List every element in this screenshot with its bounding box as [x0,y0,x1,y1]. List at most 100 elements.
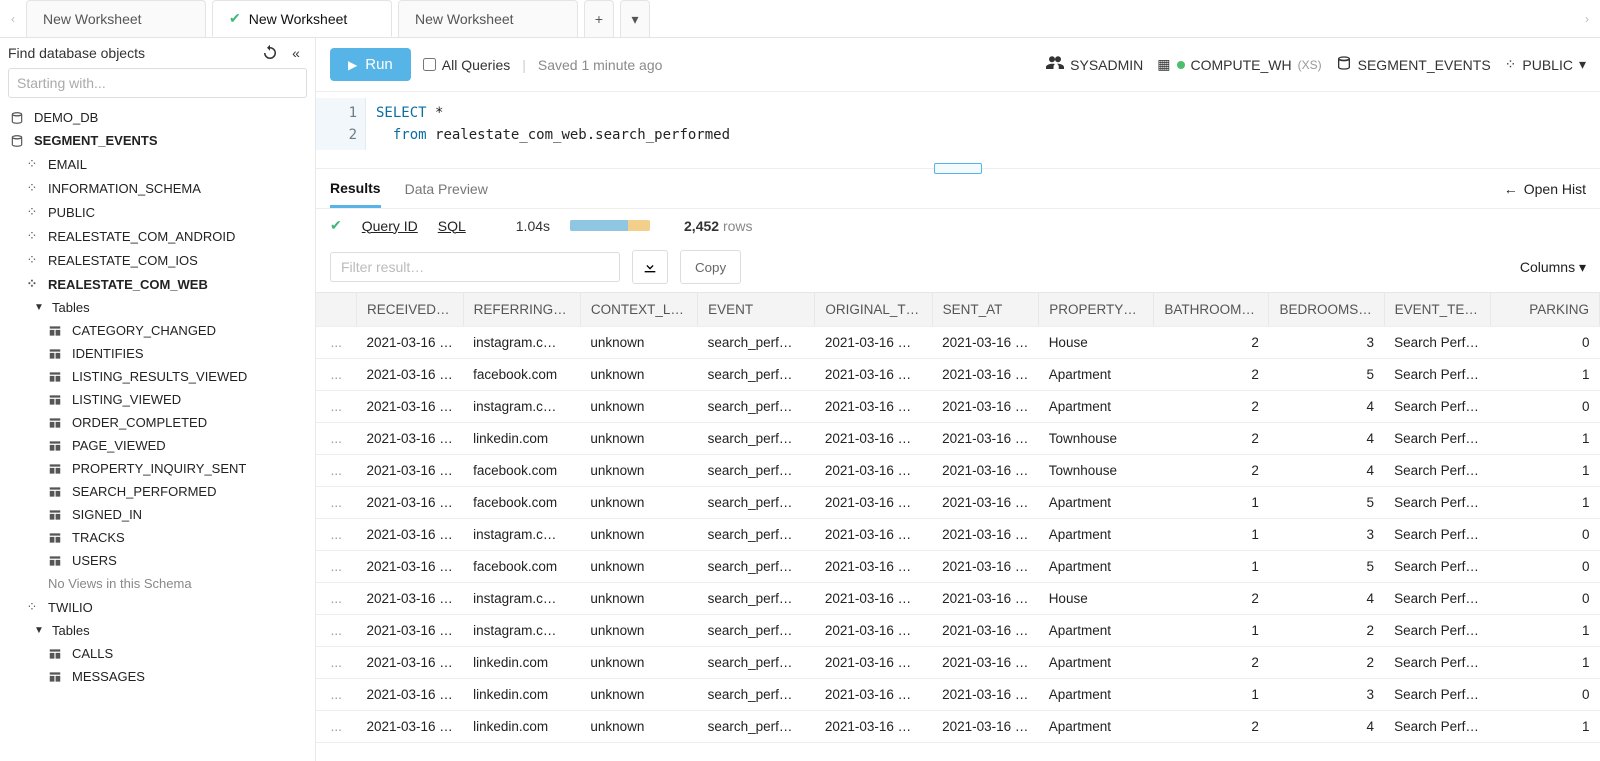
download-button[interactable] [632,250,668,284]
schema-node[interactable]: ⁘TWILIO [0,595,315,619]
row-count: 2,452 [684,218,719,234]
table-row[interactable]: ...2021-03-16 …instagram.c…unknownsearch… [316,615,1600,647]
table-row[interactable]: ...2021-03-16 …instagram.c…unknownsearch… [316,519,1600,551]
table-label: SEARCH_PERFORMED [72,484,216,499]
database-selector[interactable]: SEGMENT_EVENTS [1336,55,1491,74]
cell: 0 [1491,519,1600,551]
cell: 1 [1154,615,1269,647]
sql-link[interactable]: SQL [438,218,466,234]
editor-code[interactable]: SELECT * from realestate_com_web.search_… [366,98,1600,150]
col-header[interactable]: ORIGINAL_TIME… [815,293,932,327]
table-node[interactable]: SIGNED_IN [0,503,315,526]
sql-editor[interactable]: 12 SELECT * from realestate_com_web.sear… [316,92,1600,169]
query-id-link[interactable]: Query ID [362,218,418,234]
table-node[interactable]: SEARCH_PERFORMED [0,480,315,503]
table-node[interactable]: IDENTIFIES [0,342,315,365]
tab-more[interactable]: ▾ [620,0,650,37]
results-grid-wrap[interactable]: RECEIVED_ATREFERRING_DO…CONTEXT_LIBR…EVE… [316,292,1600,761]
db-node[interactable]: DEMO_DB [0,106,315,129]
cell: 2021-03-16 … [357,423,464,455]
worksheet-tab[interactable]: New Worksheet [26,0,206,37]
table-row[interactable]: ...2021-03-16 …instagram.c…unknownsearch… [316,583,1600,615]
col-header[interactable]: PARKING [1491,293,1600,327]
collapse-panel-icon[interactable]: « [287,45,305,61]
table-row[interactable]: ...2021-03-16 …linkedin.comunknownsearch… [316,423,1600,455]
all-queries-input[interactable] [423,58,436,71]
cell: House [1039,327,1154,359]
cell: 2021-03-16 … [932,551,1039,583]
col-header[interactable]: EVENT_TEXT [1384,293,1491,327]
col-header[interactable]: CONTEXT_LIBR… [580,293,697,327]
db-node[interactable]: SEGMENT_EVENTS [0,129,315,152]
table-node[interactable]: CATEGORY_CHANGED [0,319,315,342]
col-header[interactable]: EVENT [698,293,815,327]
db-label: DEMO_DB [34,110,98,125]
table-node[interactable]: MESSAGES [0,665,315,688]
schema-node[interactable]: ⁘EMAIL [0,152,315,176]
table-node[interactable]: CALLS [0,642,315,665]
role-selector[interactable]: SYSADMIN [1046,54,1143,75]
cell: 3 [1269,519,1384,551]
run-button[interactable]: ▶Run [330,48,411,81]
copy-button[interactable]: Copy [680,250,741,284]
filter-input[interactable] [330,252,620,282]
cell: 2021-03-16 … [815,455,932,487]
columns-toggle[interactable]: Columns ▾ [1520,259,1586,276]
cell: ... [316,327,357,359]
table-row[interactable]: ...2021-03-16 …linkedin.comunknownsearch… [316,647,1600,679]
refresh-icon[interactable] [261,44,279,62]
cell: 2021-03-16 … [932,487,1039,519]
tab-add[interactable]: + [584,0,614,37]
col-header[interactable]: SENT_AT [932,293,1039,327]
tab-data-preview[interactable]: Data Preview [405,172,488,206]
cell: 1 [1154,551,1269,583]
table-row[interactable]: ...2021-03-16 …facebook.comunknownsearch… [316,487,1600,519]
col-header[interactable]: REFERRING_DO… [463,293,580,327]
schema-node[interactable]: ⁘REALESTATE_COM_ANDROID [0,224,315,248]
schema-node[interactable]: ⁘INFORMATION_SCHEMA [0,176,315,200]
warehouse-selector[interactable]: ▦COMPUTE_WH(XS) [1157,56,1321,73]
table-row[interactable]: ...2021-03-16 …facebook.comunknownsearch… [316,455,1600,487]
table-row[interactable]: ...2021-03-16 …linkedin.comunknownsearch… [316,679,1600,711]
table-node[interactable]: ORDER_COMPLETED [0,411,315,434]
all-queries-checkbox[interactable]: All Queries [423,57,510,73]
table-row[interactable]: ...2021-03-16 …linkedin.comunknownsearch… [316,711,1600,743]
resize-handle[interactable] [934,163,982,174]
worksheet-tab[interactable]: ✔New Worksheet [212,0,392,37]
col-header[interactable]: BATHROOMS_M… [1154,293,1269,327]
table-node[interactable]: TRACKS [0,526,315,549]
cell: 1 [1491,487,1600,519]
tab-scroll-left[interactable]: ‹ [0,0,26,37]
table-row[interactable]: ...2021-03-16 …instagram.c…unknownsearch… [316,327,1600,359]
cell: 5 [1269,359,1384,391]
cell: 4 [1269,423,1384,455]
table-row[interactable]: ...2021-03-16 …facebook.comunknownsearch… [316,359,1600,391]
col-header[interactable]: PROPERTY_TYP… [1039,293,1154,327]
tab-scroll-right[interactable]: › [1574,0,1600,37]
table-node[interactable]: LISTING_VIEWED [0,388,315,411]
schema-node[interactable]: ⁘REALESTATE_COM_WEB [0,272,315,296]
tab-results[interactable]: Results [330,171,381,208]
schema-node[interactable]: ⁘PUBLIC [0,200,315,224]
schema-selector[interactable]: ⁘PUBLIC▾ [1505,56,1586,73]
finder-input[interactable] [8,68,307,98]
schema-label: INFORMATION_SCHEMA [48,181,201,196]
table-node[interactable]: LISTING_RESULTS_VIEWED [0,365,315,388]
cell: 2021-03-16 … [932,391,1039,423]
table-node[interactable]: PROPERTY_INQUIRY_SENT [0,457,315,480]
table-node[interactable]: USERS [0,549,315,572]
col-header[interactable]: BEDROOMS_MA… [1269,293,1384,327]
tables-folder[interactable]: ▼Tables [0,296,315,319]
chevron-down-icon: ▼ [34,302,44,313]
table-node[interactable]: PAGE_VIEWED [0,434,315,457]
worksheet-tab[interactable]: New Worksheet [398,0,578,37]
col-header[interactable] [316,293,357,327]
schema-node[interactable]: ⁘REALESTATE_COM_IOS [0,248,315,272]
open-history[interactable]: ←Open Hist [1504,181,1586,197]
tables-folder[interactable]: ▼Tables [0,619,315,642]
table-row[interactable]: ...2021-03-16 …facebook.comunknownsearch… [316,551,1600,583]
table-row[interactable]: ...2021-03-16 …instagram.c…unknownsearch… [316,391,1600,423]
col-header[interactable]: RECEIVED_AT [357,293,464,327]
table-label: SIGNED_IN [72,507,142,522]
cell: Townhouse [1039,455,1154,487]
